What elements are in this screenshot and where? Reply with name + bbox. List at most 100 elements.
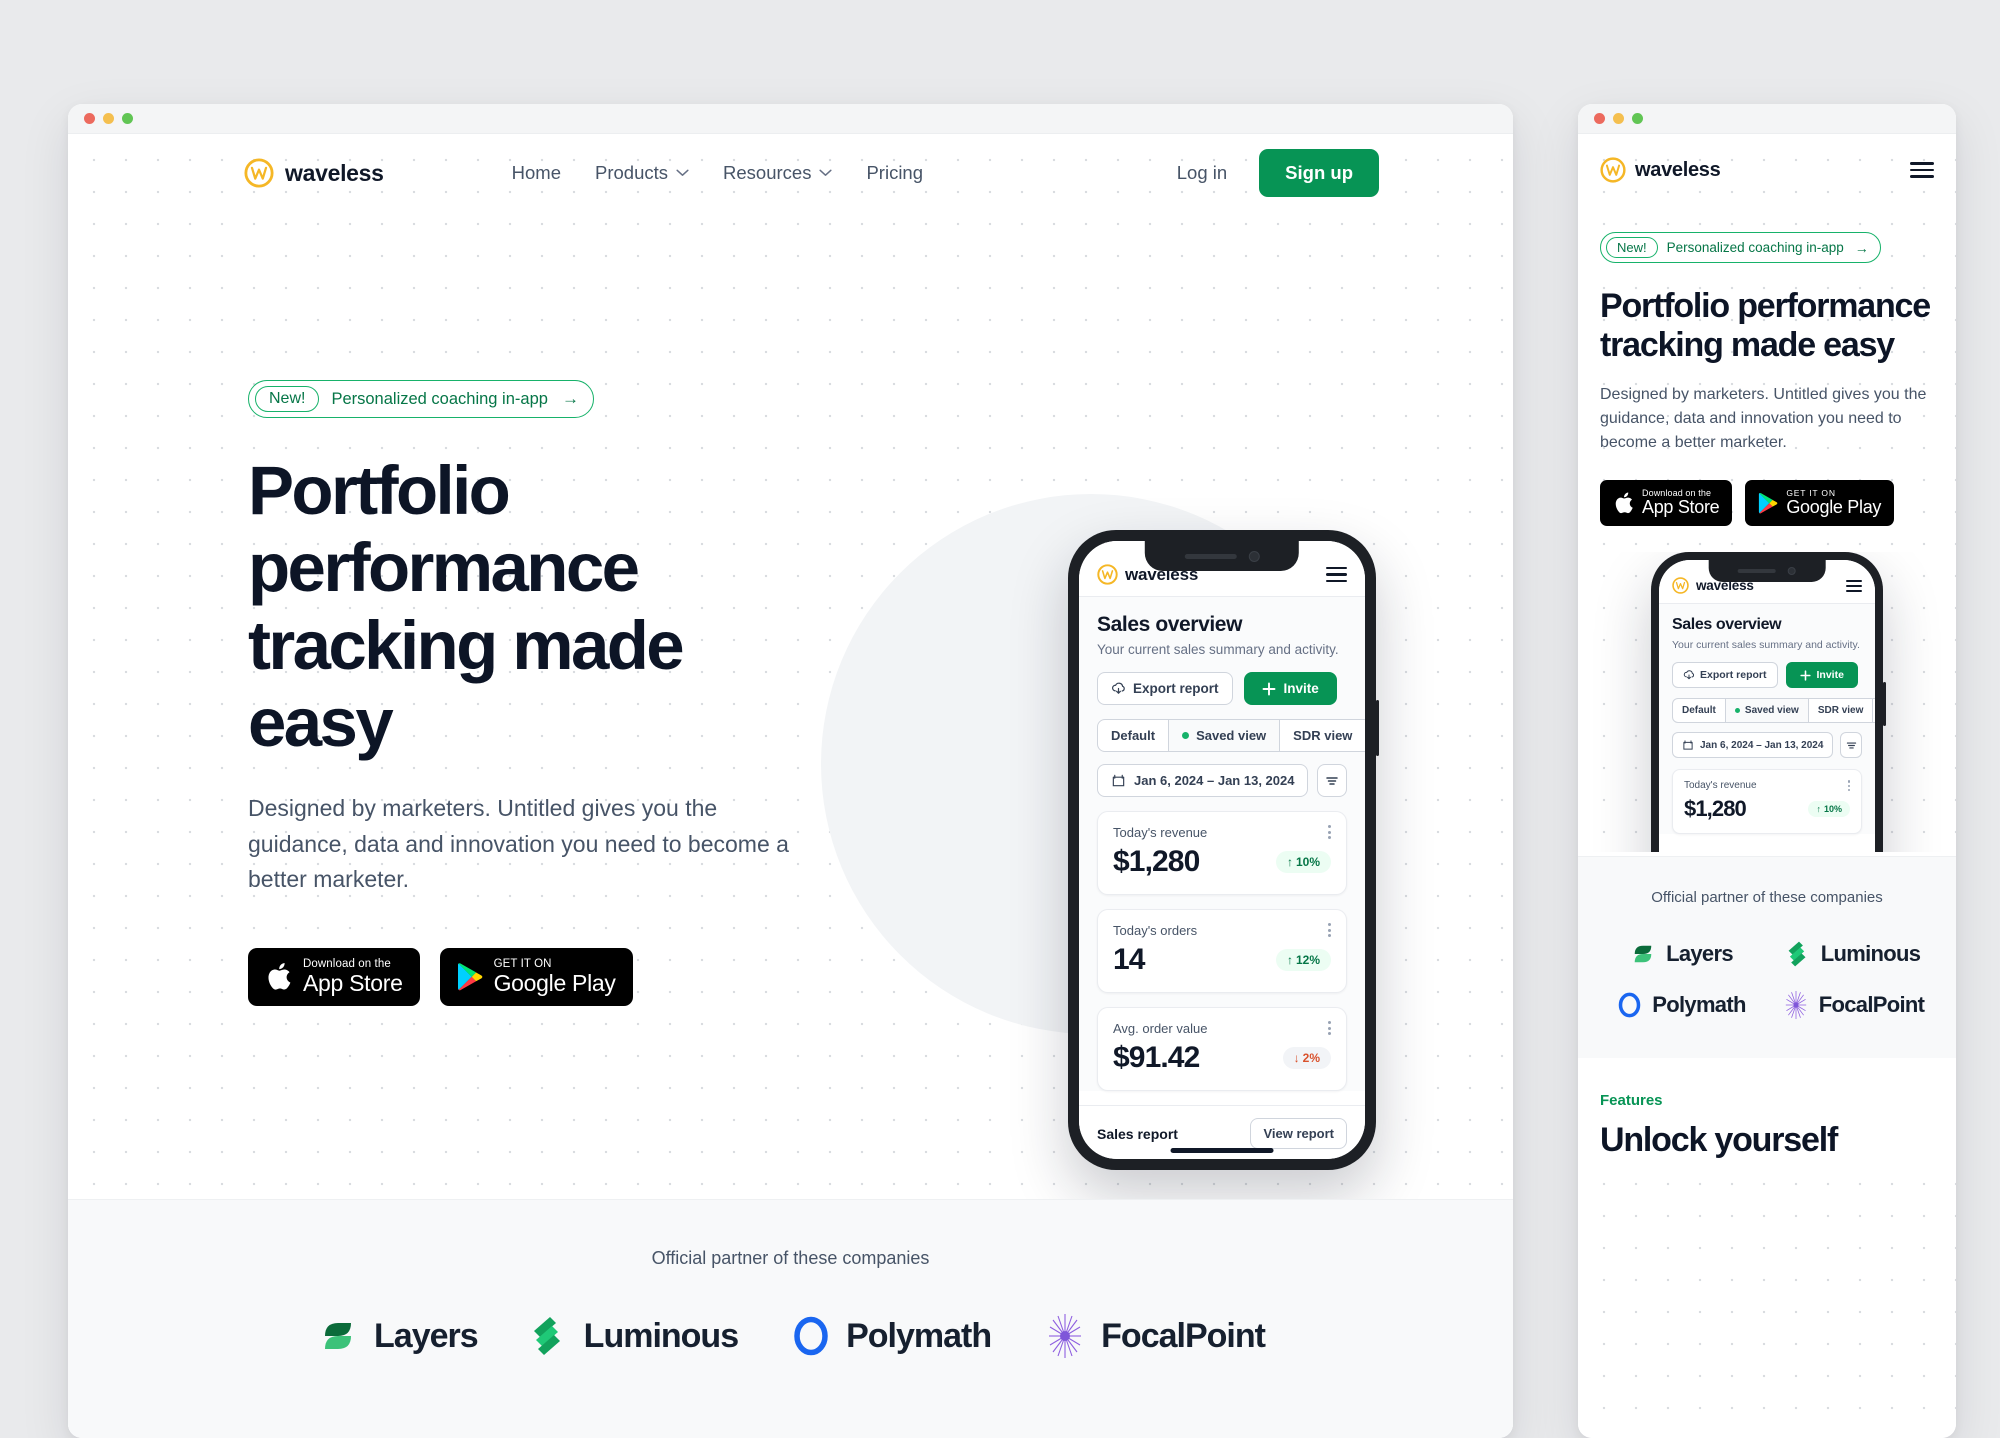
- google-play-button[interactable]: GET IT ON Google Play: [1745, 480, 1895, 527]
- more-options-icon[interactable]: [1328, 923, 1331, 937]
- partner-polymath: Polymath: [1616, 990, 1746, 1020]
- export-report-button[interactable]: Export report: [1097, 672, 1233, 705]
- mobile-hero-subtitle: Designed by marketers. Untitled gives yo…: [1600, 385, 1927, 452]
- hamburger-menu-icon[interactable]: [1910, 162, 1934, 178]
- announcement-badge-pill: New!: [255, 386, 320, 412]
- close-dot[interactable]: [1594, 113, 1605, 124]
- metric-card-bottom: $1,280 ↑ 10%: [1113, 845, 1331, 879]
- waveless-w-logo-icon: [1600, 157, 1626, 183]
- more-options-icon[interactable]: [1847, 780, 1850, 792]
- app-store-buttons: Download on the App Store GET IT ON Goog…: [248, 947, 804, 1006]
- tab-default[interactable]: Default: [1098, 720, 1170, 751]
- mobile-browser-window: waveless New! Personalized coaching in-a…: [1578, 104, 1956, 1438]
- hero-phone-mockup: waveless Sales overview Your current sal…: [1068, 530, 1379, 1170]
- metric-change-value: 10%: [1295, 855, 1320, 869]
- app-store-button[interactable]: Download on the App Store: [248, 947, 420, 1006]
- announcement-badge[interactable]: New! Personalized coaching in-app →: [248, 380, 594, 418]
- brand-logo[interactable]: waveless: [1600, 157, 1721, 183]
- nav-item-pricing[interactable]: Pricing: [866, 162, 923, 184]
- partner-polymath-name: Polymath: [846, 1316, 992, 1355]
- more-options-icon[interactable]: [1328, 825, 1331, 839]
- partner-layers: Layers: [1629, 940, 1734, 968]
- filter-button[interactable]: [1840, 732, 1862, 759]
- metric-label: Today's revenue: [1113, 825, 1208, 840]
- partner-luminous: Luminous: [530, 1315, 739, 1357]
- invite-button[interactable]: Invite: [1785, 662, 1858, 689]
- app-store-name: App Store: [303, 969, 403, 996]
- minimize-dot[interactable]: [103, 113, 114, 124]
- metric-label: Today's orders: [1113, 923, 1198, 938]
- tab-sdr-view[interactable]: SDR view: [1280, 720, 1365, 751]
- partner-focalpoint: FocalPoint: [1043, 1313, 1266, 1359]
- maximize-dot[interactable]: [122, 113, 133, 124]
- metric-card: Today's revenue $1,280 ↑ 10%: [1097, 811, 1347, 895]
- filter-row: Jan 6, 2024 – Jan 13, 2024: [1097, 764, 1347, 797]
- view-report-button[interactable]: View report: [1250, 1118, 1347, 1149]
- desktop-titlebar: [68, 104, 1513, 134]
- metric-change-badge: ↑ 10%: [1275, 851, 1331, 873]
- active-view-dot-icon: [1734, 708, 1740, 714]
- maximize-dot[interactable]: [1632, 113, 1643, 124]
- trend-up-icon: ↑: [1286, 855, 1293, 869]
- signup-button[interactable]: Sign up: [1259, 149, 1379, 197]
- hamburger-menu-icon[interactable]: [1846, 580, 1862, 592]
- date-range-picker[interactable]: Jan 6, 2024 – Jan 13, 2024: [1097, 764, 1309, 797]
- desktop-browser-window: waveless Home Products Resources Pricing…: [68, 104, 1513, 1438]
- metric-change-value: 10%: [1823, 804, 1842, 815]
- nav-item-products[interactable]: Products: [595, 162, 689, 184]
- waveless-w-logo-icon: [1097, 564, 1118, 585]
- metric-label: Avg. order value: [1113, 1021, 1208, 1036]
- app-page-subtitle: Your current sales summary and activity.: [1672, 639, 1860, 652]
- more-options-icon[interactable]: [1328, 1021, 1331, 1035]
- phone-side-button: [1376, 700, 1379, 756]
- apple-icon: [1615, 492, 1633, 514]
- page-title: Portfolio performance tracking made easy: [248, 452, 685, 761]
- tab-saved-view[interactable]: Saved view: [1169, 720, 1281, 751]
- tab-sdr-view-label: SDR view: [1817, 705, 1864, 717]
- google-play-name: Google Play: [1786, 497, 1882, 518]
- date-range-label: Jan 6, 2024 – Jan 13, 2024: [1134, 773, 1295, 788]
- partner-luminous-name: Luminous: [1820, 941, 1921, 967]
- date-range-picker[interactable]: Jan 6, 2024 – Jan 13, 2024: [1672, 732, 1834, 759]
- add-view-button[interactable]: [1873, 699, 1875, 722]
- export-report-button[interactable]: Export report: [1672, 662, 1778, 689]
- tab-saved-view[interactable]: Saved view: [1725, 699, 1809, 723]
- tab-saved-view-label: Saved view: [1196, 728, 1267, 743]
- view-tabs: Default Saved view SDR view: [1672, 698, 1875, 724]
- nav-item-home[interactable]: Home: [512, 162, 561, 184]
- calendar-icon: [1683, 740, 1693, 751]
- app-store-button[interactable]: Download on the App Store: [1600, 480, 1733, 527]
- close-dot[interactable]: [84, 113, 95, 124]
- google-play-button[interactable]: GET IT ON Google Play: [439, 947, 633, 1006]
- filter-button[interactable]: [1317, 764, 1347, 797]
- luminous-logo-icon: [533, 1317, 560, 1355]
- invite-button[interactable]: Invite: [1243, 672, 1337, 705]
- login-link[interactable]: Log in: [1177, 162, 1227, 184]
- announcement-badge[interactable]: New! Personalized coaching in-app →: [1600, 232, 1881, 263]
- screenshot-stage: waveless Home Products Resources Pricing…: [0, 0, 2000, 1438]
- metric-value: 14: [1113, 943, 1145, 976]
- brand-name: waveless: [285, 159, 384, 186]
- download-cloud-icon: [1683, 670, 1695, 680]
- brand-logo[interactable]: waveless: [244, 158, 384, 188]
- metric-card-bottom: $1,280 ↑ 10%: [1684, 796, 1850, 822]
- hamburger-menu-icon[interactable]: [1326, 567, 1347, 582]
- chevron-down-icon: [676, 169, 689, 176]
- minimize-dot[interactable]: [1613, 113, 1624, 124]
- mobile-partner-logos: Layers Luminous Polymath FocalPoint: [1600, 940, 1934, 1020]
- tab-default[interactable]: Default: [1673, 699, 1726, 723]
- google-play-icon: [1759, 493, 1778, 514]
- nav-item-resources-label: Resources: [723, 162, 812, 183]
- hero-copy: New! Personalized coaching in-app → Port…: [104, 212, 804, 1006]
- export-report-label: Export report: [1133, 681, 1219, 696]
- filter-lines-icon: [1326, 776, 1338, 785]
- nav-item-resources[interactable]: Resources: [723, 162, 833, 184]
- luminous-logo-icon: [1788, 942, 1806, 967]
- export-report-label: Export report: [1700, 669, 1767, 682]
- layers-logo-icon: [1634, 946, 1652, 963]
- date-range-label: Jan 6, 2024 – Jan 13, 2024: [1700, 739, 1824, 751]
- metric-card-bottom: 14 ↑ 12%: [1113, 943, 1331, 977]
- tab-sdr-view[interactable]: SDR view: [1809, 699, 1874, 723]
- arrow-right-icon: →: [561, 389, 579, 408]
- nav-item-home-label: Home: [511, 162, 561, 183]
